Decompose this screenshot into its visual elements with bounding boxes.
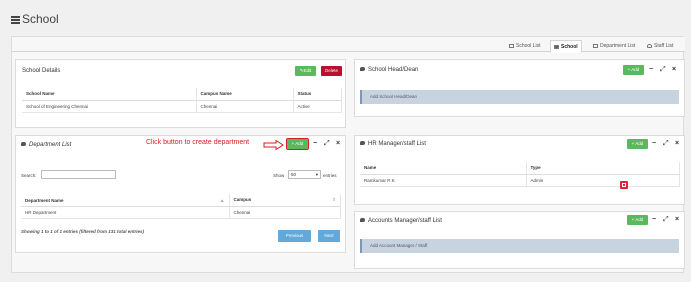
sort-icon: ⇕ (332, 197, 336, 202)
page-header: School (0, 0, 691, 34)
arrow-right-icon (263, 140, 284, 150)
list-icon (509, 44, 514, 48)
school-details-title: School Details (22, 68, 61, 74)
annotation-text: Click button to create department (146, 139, 250, 146)
show-label: Show (273, 173, 285, 178)
chevron-down-icon: ▾ (315, 172, 318, 177)
column-header-campus[interactable]: Campus ⇕ (229, 194, 341, 207)
tab-department-list[interactable]: Department List (590, 40, 638, 52)
close-icon[interactable]: × (336, 139, 340, 148)
expand-icon[interactable]: ⤢ (324, 139, 330, 148)
school-head-title: School Head/Dean (360, 67, 418, 73)
search-label: Search: (21, 173, 37, 178)
department-list-title: Department List (21, 142, 71, 148)
table-info: Showing 1 to 1 of 1 entries (filtered fr… (21, 229, 145, 234)
comment-icon (21, 142, 26, 147)
user-icon (647, 44, 652, 48)
accounts-manager-title: Accounts Manager/staff List (360, 218, 442, 224)
hr-manager-title: HR Manager/staff List (360, 141, 426, 147)
add-head-info[interactable]: Add School Head/Dean (360, 90, 679, 104)
column-header-department[interactable]: Department Name ▲ (21, 194, 230, 207)
sort-asc-icon: ▲ (220, 197, 225, 203)
edit-button[interactable]: ✎Edit (295, 66, 316, 76)
add-head-button[interactable]: + Add (623, 65, 644, 75)
column-header: Status (293, 88, 342, 101)
add-account-info[interactable]: Add Account Manager / Staff (360, 239, 679, 253)
add-accounts-button[interactable]: + Add (627, 215, 648, 225)
department-link[interactable]: HR Department (21, 206, 230, 219)
next-button[interactable]: Next (318, 230, 340, 242)
tab-school-list[interactable]: School List (506, 40, 543, 52)
entries-label: entries (323, 173, 337, 178)
previous-button[interactable]: Previous (278, 230, 311, 242)
minimize-icon[interactable]: − (652, 215, 656, 224)
delete-button[interactable]: Delete (321, 66, 342, 76)
table-header-row: Name Type (360, 162, 680, 175)
tab-school[interactable]: School (550, 40, 582, 53)
table-row: School of Engineering Chennai Chennai Ac… (22, 100, 342, 113)
school-head-panel: School Head/Dean + Add − ⤢ × Add School … (354, 59, 685, 117)
add-hr-button[interactable]: + Add (627, 139, 648, 149)
minimize-icon[interactable]: − (652, 139, 656, 148)
department-list-panel: Department List Click button to create d… (15, 135, 346, 253)
column-header: School Name (22, 88, 197, 101)
hr-table: Name Type Ramkumar R K Admin (360, 162, 680, 187)
tab-label: School List (516, 43, 541, 49)
minimize-icon[interactable]: − (649, 65, 653, 74)
close-icon[interactable]: × (675, 139, 679, 148)
cell-campus-name: Chennai (196, 100, 294, 113)
entries-select[interactable]: 50 ▾ (288, 170, 321, 179)
tab-label: School (561, 43, 578, 50)
expand-icon[interactable]: ⤢ (663, 215, 669, 224)
accounts-manager-panel: Accounts Manager/staff List + Add − ⤢ × … (354, 211, 685, 269)
building-icon (554, 44, 559, 49)
table-header-row: Department Name ▲ Campus ⇕ (21, 194, 341, 207)
comment-icon (360, 67, 365, 72)
page-title: School (22, 12, 59, 26)
table-row: Ramkumar R K Admin (360, 174, 680, 187)
school-details-table: School Name Campus Name Status School of… (22, 88, 342, 113)
tab-staff-list[interactable]: Staff List (644, 40, 676, 52)
cell-status: Active (293, 100, 342, 113)
school-details-panel: School Details ✎Edit Delete School Name … (15, 59, 346, 128)
minimize-icon[interactable]: − (313, 139, 317, 148)
cell-school-name: School of Engineering Chennai (22, 100, 197, 113)
tab-bar: School List School Department List Staff… (12, 37, 685, 53)
expand-icon[interactable]: ⤢ (660, 65, 666, 74)
hr-manager-panel: HR Manager/staff List + Add − ⤢ × Name T… (354, 135, 685, 205)
cell-campus: Chennai (229, 206, 341, 219)
tab-label: Department List (600, 43, 636, 49)
table-row: HR Department Chennai (21, 206, 341, 219)
table-header-row: School Name Campus Name Status (22, 88, 342, 101)
document-icon (593, 44, 598, 48)
comment-icon (360, 141, 365, 146)
close-icon[interactable]: × (672, 65, 676, 74)
cell-type: Admin (526, 174, 680, 187)
close-icon[interactable]: × (675, 215, 679, 224)
column-header: Name (360, 162, 527, 175)
column-header: Campus Name (196, 88, 294, 101)
comment-icon (360, 218, 365, 223)
expand-icon[interactable]: ⤢ (663, 139, 669, 148)
department-table: Department Name ▲ Campus ⇕ HR Department… (21, 194, 341, 219)
trash-icon[interactable] (620, 181, 628, 189)
tab-label: Staff List (654, 43, 674, 49)
cell-name: Ramkumar R K (360, 174, 527, 187)
column-header: Type (526, 162, 680, 175)
list-menu-icon (11, 16, 20, 24)
add-department-button[interactable]: + Add (286, 138, 309, 150)
search-input[interactable] (41, 170, 116, 179)
